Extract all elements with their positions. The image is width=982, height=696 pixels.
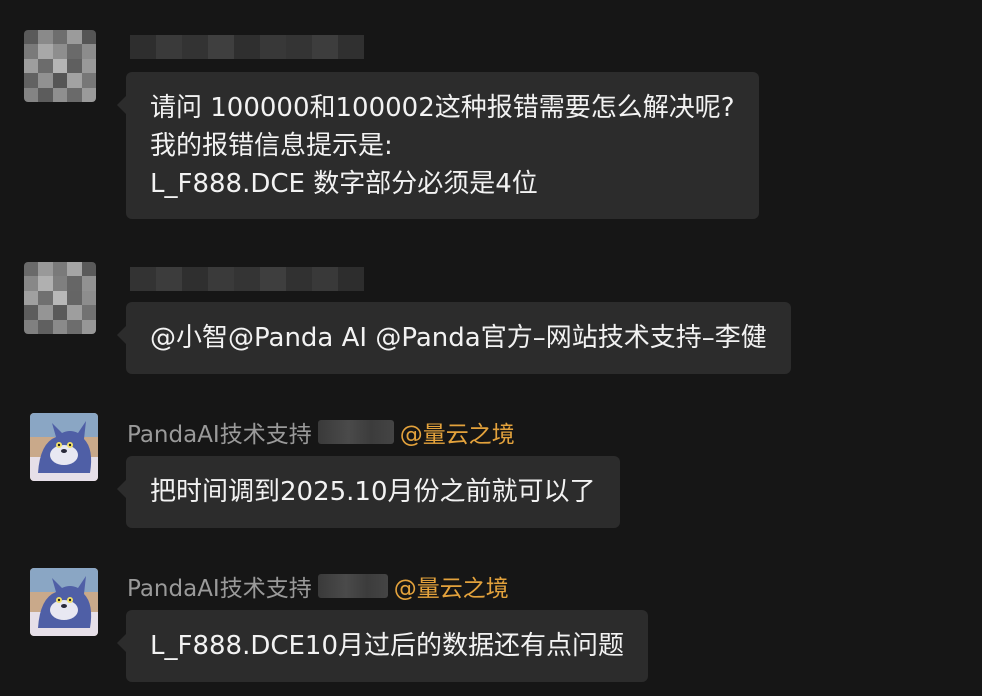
tom-cat-avatar[interactable] (30, 568, 98, 636)
message-line: @小智@Panda AI @Panda官方–网站技术支持–李健 (150, 323, 767, 353)
sender-redacted-block (317, 420, 394, 444)
sender-redacted-block (317, 574, 388, 598)
tom-cat-avatar[interactable] (30, 413, 98, 481)
pixelated-avatar[interactable] (24, 262, 96, 334)
mention-tag[interactable]: @量云之境 (394, 569, 509, 603)
sender-line: PandaAI技术支持 @量云之境 (127, 569, 509, 603)
sender-name: PandaAI技术支持 (127, 576, 312, 602)
sender-name: PandaAI技术支持 (127, 422, 312, 448)
message-line: 我的报错信息提示是: (150, 131, 393, 161)
message-bubble[interactable]: L_F888.DCE10月过后的数据还有点问题 (116, 610, 649, 682)
sender-line: PandaAI技术支持 @量云之境 (127, 415, 515, 449)
sender-name-redacted (130, 264, 364, 294)
mention-tag[interactable]: @量云之境 (400, 415, 515, 449)
message-bubble[interactable]: 把时间调到2025.10月份之前就可以了 (117, 456, 620, 528)
message-bubble[interactable]: 请问 100000和100002这种报错需要怎么解决呢? 我的报错信息提示是: … (117, 72, 759, 219)
pixelated-avatar[interactable] (24, 30, 96, 102)
message-line: L_F888.DCE 数字部分必须是4位 (150, 169, 538, 199)
tom-cat-icon (30, 413, 98, 481)
tom-cat-icon (30, 568, 98, 636)
message-line: L_F888.DCE10月过后的数据还有点问题 (150, 631, 625, 661)
message-line: 请问 100000和100002这种报错需要怎么解决呢? (150, 93, 735, 123)
message-line: 把时间调到2025.10月份之前就可以了 (150, 477, 596, 507)
message-bubble[interactable]: @小智@Panda AI @Panda官方–网站技术支持–李健 (117, 302, 791, 374)
sender-name-redacted (130, 32, 364, 62)
